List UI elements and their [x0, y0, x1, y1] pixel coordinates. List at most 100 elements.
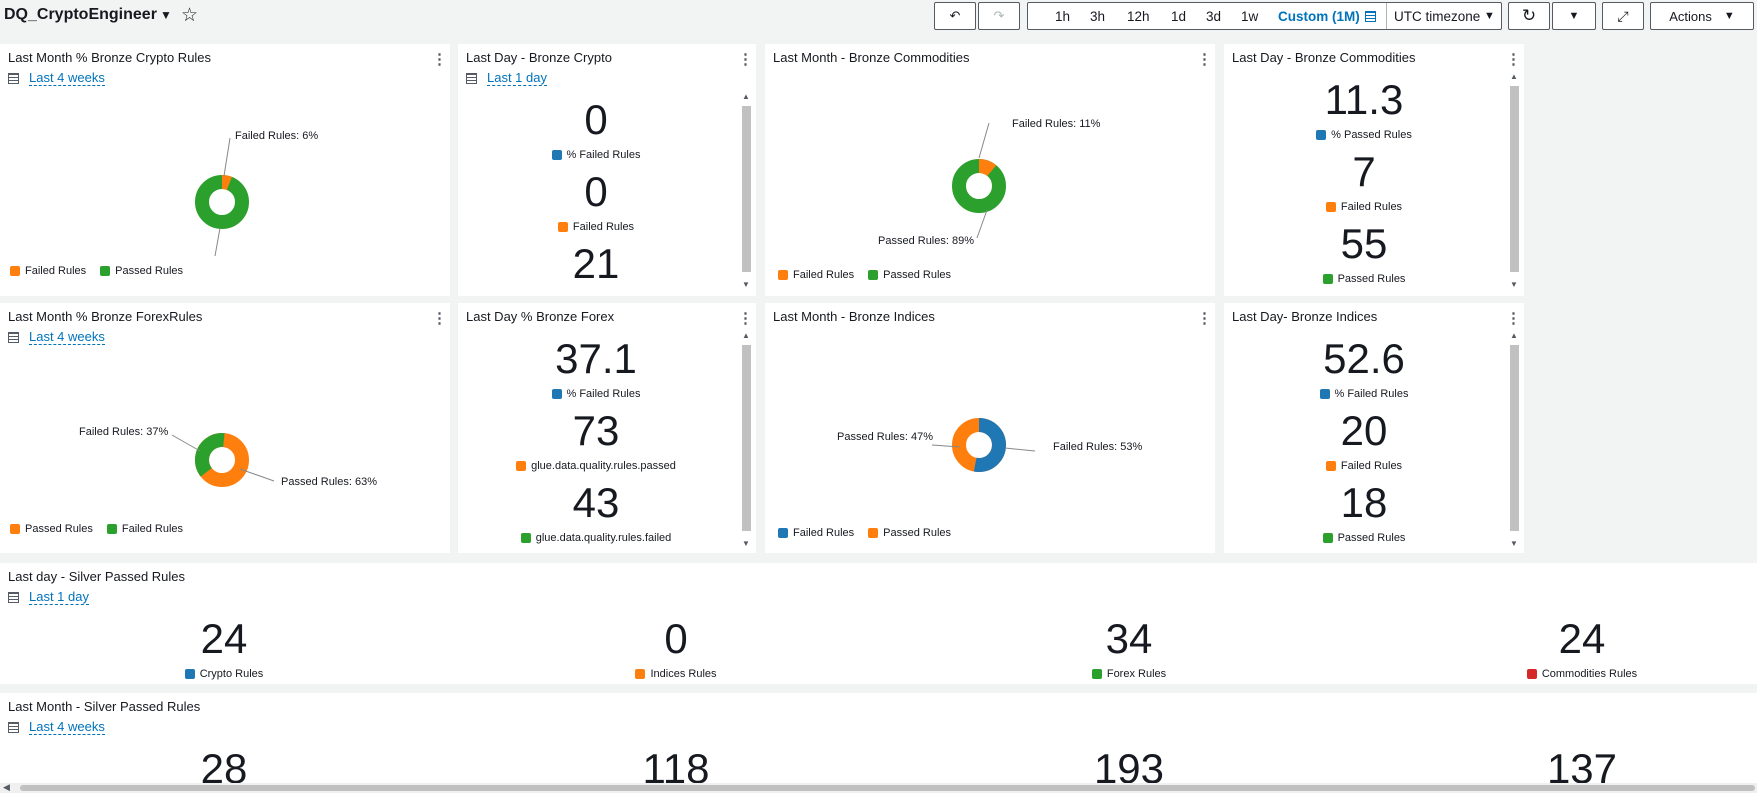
- more-options-icon[interactable]: ⋮: [432, 309, 447, 327]
- panel-title: Last Day - Bronze Commodities: [1232, 50, 1416, 65]
- time-range-1h[interactable]: 1h: [1055, 9, 1070, 24]
- calendar-icon: [8, 73, 19, 84]
- calendar-icon: [8, 332, 19, 343]
- undo-button[interactable]: ↶: [934, 2, 976, 30]
- value-pct-failed: 0: [584, 96, 608, 143]
- scrollbar[interactable]: ▲ ▼: [741, 331, 751, 551]
- legend: Failed Rules Passed Rules: [778, 527, 959, 539]
- legend-item[interactable]: Failed Rules: [778, 527, 854, 539]
- value-indices: 118: [642, 745, 710, 783]
- legend-item[interactable]: Passed Rules: [868, 269, 951, 281]
- time-range-12h[interactable]: 12h: [1127, 9, 1150, 24]
- value-commodities: 24: [1558, 615, 1606, 662]
- scrollbar[interactable]: ▲ ▼: [1509, 72, 1519, 292]
- calendar-icon: [466, 73, 477, 84]
- callout-failed: Failed Rules: 37%: [79, 426, 169, 438]
- legend-item[interactable]: Failed Rules: [10, 265, 86, 277]
- panel-bronze-commodities-day: Last Day - Bronze Commodities ⋮ 11.3 % P…: [1224, 44, 1524, 296]
- calendar-icon[interactable]: [1365, 10, 1376, 25]
- panel-title: Last Day- Bronze Indices: [1232, 309, 1378, 324]
- panel-silver-day: Last day - Silver Passed Rules Last 1 da…: [0, 563, 1757, 684]
- period-selector[interactable]: Last 4 weeks: [8, 330, 105, 345]
- more-options-icon[interactable]: ⋮: [738, 50, 753, 68]
- time-range-1d[interactable]: 1d: [1171, 9, 1186, 24]
- period-selector[interactable]: Last 4 weeks: [8, 71, 105, 86]
- value-passed: 18: [1340, 479, 1388, 526]
- time-range-custom[interactable]: Custom (1M): [1278, 9, 1360, 24]
- dashboard-title[interactable]: DQ_CryptoEngineer: [4, 6, 157, 24]
- chevron-down-icon: ▼: [1568, 10, 1580, 22]
- scrollbar[interactable]: ▲ ▼: [741, 92, 751, 292]
- panel-bronze-crypto-month: Last Month % Bronze Crypto Rules ⋮ Last …: [0, 44, 450, 296]
- period-link[interactable]: Last 4 weeks: [29, 71, 105, 86]
- fullscreen-button[interactable]: ⤢: [1602, 2, 1644, 30]
- legend-item[interactable]: Passed Rules: [10, 523, 93, 535]
- value-label: Passed Rules: [1244, 273, 1484, 285]
- panel-bronze-forex-day: Last Day % Bronze Forex ⋮ 37.1 % Failed …: [458, 303, 756, 553]
- more-options-icon[interactable]: ⋮: [432, 50, 447, 68]
- legend-item[interactable]: Passed Rules: [100, 265, 183, 277]
- callout-lines: [931, 444, 1036, 452]
- scrollbar[interactable]: ▲ ▼: [1509, 331, 1519, 551]
- legend-item[interactable]: Passed Rules: [868, 527, 951, 539]
- refresh-button[interactable]: ↻: [1508, 2, 1550, 30]
- more-options-icon[interactable]: ⋮: [1506, 309, 1521, 327]
- panel-title: Last day - Silver Passed Rules: [8, 569, 186, 584]
- value-label: % Failed Rules: [476, 149, 716, 161]
- panel-title: Last Day % Bronze Forex: [466, 309, 615, 324]
- callout-failed: Failed Rules: 53%: [1053, 441, 1143, 453]
- value-rules-passed: 73: [572, 407, 620, 454]
- legend: Failed Rules Passed Rules: [10, 265, 191, 277]
- chevron-down-icon[interactable]: ▼: [160, 8, 172, 22]
- callout-lines: [214, 137, 231, 257]
- panel-title: Last Month - Bronze Commodities: [773, 50, 970, 65]
- value-label: % Failed Rules: [1244, 388, 1484, 400]
- value-forex: 193: [1093, 745, 1165, 783]
- time-range-1w[interactable]: 1w: [1241, 9, 1258, 24]
- period-link[interactable]: Last 4 weeks: [29, 330, 105, 345]
- value-failed: 0: [584, 168, 608, 215]
- star-icon[interactable]: ☆: [181, 4, 198, 27]
- panel-silver-month: Last Month - Silver Passed Rules Last 4 …: [0, 693, 1757, 783]
- value-failed: 20: [1340, 407, 1388, 454]
- more-options-icon[interactable]: ⋮: [1197, 309, 1212, 327]
- chevron-down-icon: ▼: [1723, 10, 1735, 22]
- more-options-icon[interactable]: ⋮: [738, 309, 753, 327]
- more-options-icon[interactable]: ⋮: [1197, 50, 1212, 68]
- time-range-3d[interactable]: 3d: [1206, 9, 1221, 24]
- horizontal-scrollbar[interactable]: ◀: [0, 782, 1757, 793]
- value-crypto: 28: [200, 745, 248, 783]
- value-label: Crypto Rules: [104, 668, 344, 680]
- callout-passed: Passed Rules: 63%: [281, 476, 377, 488]
- more-options-icon[interactable]: ⋮: [1506, 50, 1521, 68]
- period-selector[interactable]: Last 1 day: [466, 71, 547, 86]
- refresh-options-button[interactable]: ▼: [1552, 2, 1596, 30]
- panel-title: Last Day - Bronze Crypto: [466, 50, 612, 65]
- period-selector[interactable]: Last 4 weeks: [8, 720, 105, 735]
- period-link[interactable]: Last 1 day: [29, 590, 89, 605]
- panel-bronze-forex-month: Last Month % Bronze ForexRules ⋮ Last 4 …: [0, 303, 450, 553]
- legend-item[interactable]: Failed Rules: [106, 523, 183, 535]
- value-passed: 21: [572, 240, 620, 287]
- value-label: Commodities Rules: [1462, 668, 1702, 680]
- legend-item[interactable]: Failed Rules: [778, 269, 854, 281]
- value-label: % Passed Rules: [1244, 129, 1484, 141]
- redo-button[interactable]: ↷: [978, 2, 1020, 30]
- value-label: glue.data.quality.rules.failed: [476, 532, 716, 544]
- value-passed: 55: [1340, 220, 1388, 267]
- timezone-select[interactable]: UTC timezone: [1394, 9, 1480, 24]
- panel-bronze-crypto-day: Last Day - Bronze Crypto ⋮ Last 1 day 0 …: [458, 44, 756, 296]
- period-link[interactable]: Last 1 day: [487, 71, 547, 86]
- callout-passed: Passed Rules: 47%: [837, 431, 933, 443]
- value-label: Failed Rules: [1244, 201, 1484, 213]
- period-selector[interactable]: Last 1 day: [8, 590, 89, 605]
- time-range-3h[interactable]: 3h: [1090, 9, 1105, 24]
- callout-lines: [171, 434, 275, 482]
- period-link[interactable]: Last 4 weeks: [29, 720, 105, 735]
- actions-button[interactable]: Actions ▼: [1650, 2, 1754, 30]
- value-pct-failed: 52.6: [1323, 335, 1405, 382]
- scroll-left-icon[interactable]: ◀: [3, 782, 10, 793]
- panel-title: Last Month % Bronze Crypto Rules: [8, 50, 212, 65]
- value-indices: 0: [664, 615, 688, 662]
- chevron-down-icon[interactable]: ▼: [1484, 10, 1495, 22]
